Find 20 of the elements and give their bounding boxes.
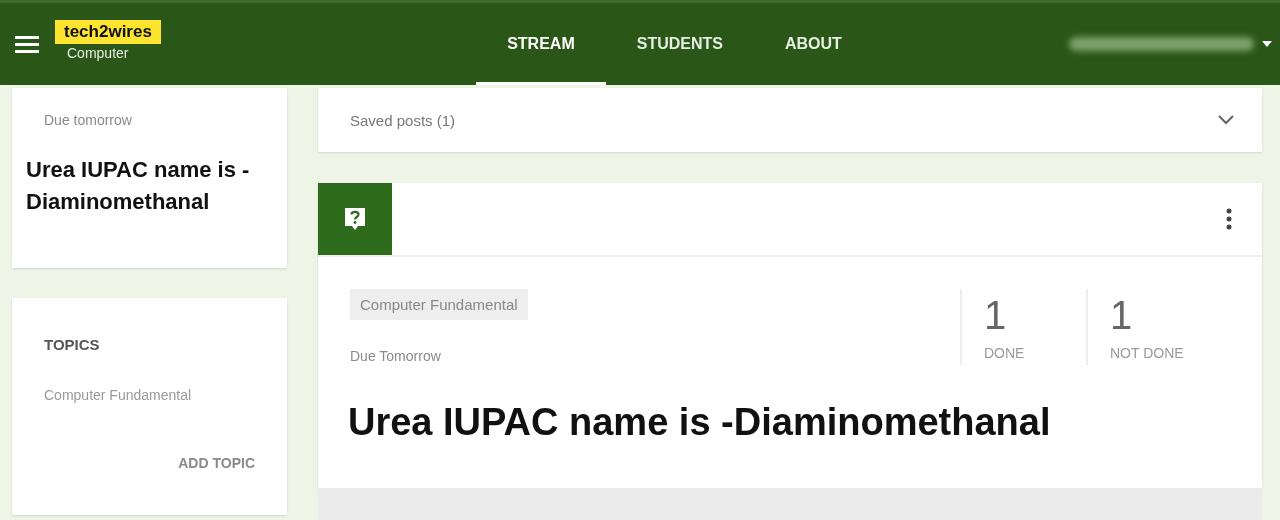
count-number: 1 <box>1110 293 1134 337</box>
class-name: Computer <box>66 44 130 61</box>
caret-icon[interactable] <box>1262 41 1272 47</box>
nav-tab[interactable]: ABOUT <box>753 3 873 85</box>
due-label: Due Tomorrow <box>350 348 441 364</box>
nav-tab[interactable]: STREAM <box>476 3 606 85</box>
topics-heading: TOPICS <box>44 336 101 353</box>
saved-posts-label: Saved posts (1) <box>350 111 456 129</box>
more-options-icon[interactable] <box>1226 208 1232 230</box>
assignment-title[interactable]: Urea IUPAC name is -Diaminomethanal <box>26 154 301 218</box>
count-number: 1 <box>984 293 1008 337</box>
count-label: NOT DONE <box>1110 345 1185 361</box>
nav-tab[interactable]: STUDENTS <box>605 3 754 85</box>
menu-icon[interactable] <box>15 35 39 53</box>
due-label: Due tomorrow <box>44 112 133 128</box>
brand-label: tech2wires <box>55 19 161 44</box>
saved-posts-bar[interactable]: Saved posts (1) <box>318 88 1262 152</box>
count-label: DONE <box>984 345 1026 361</box>
assignment-title[interactable]: Urea IUPAC name is -Diaminomethanal <box>318 365 1262 444</box>
chevron-icon[interactable] <box>1218 115 1234 125</box>
